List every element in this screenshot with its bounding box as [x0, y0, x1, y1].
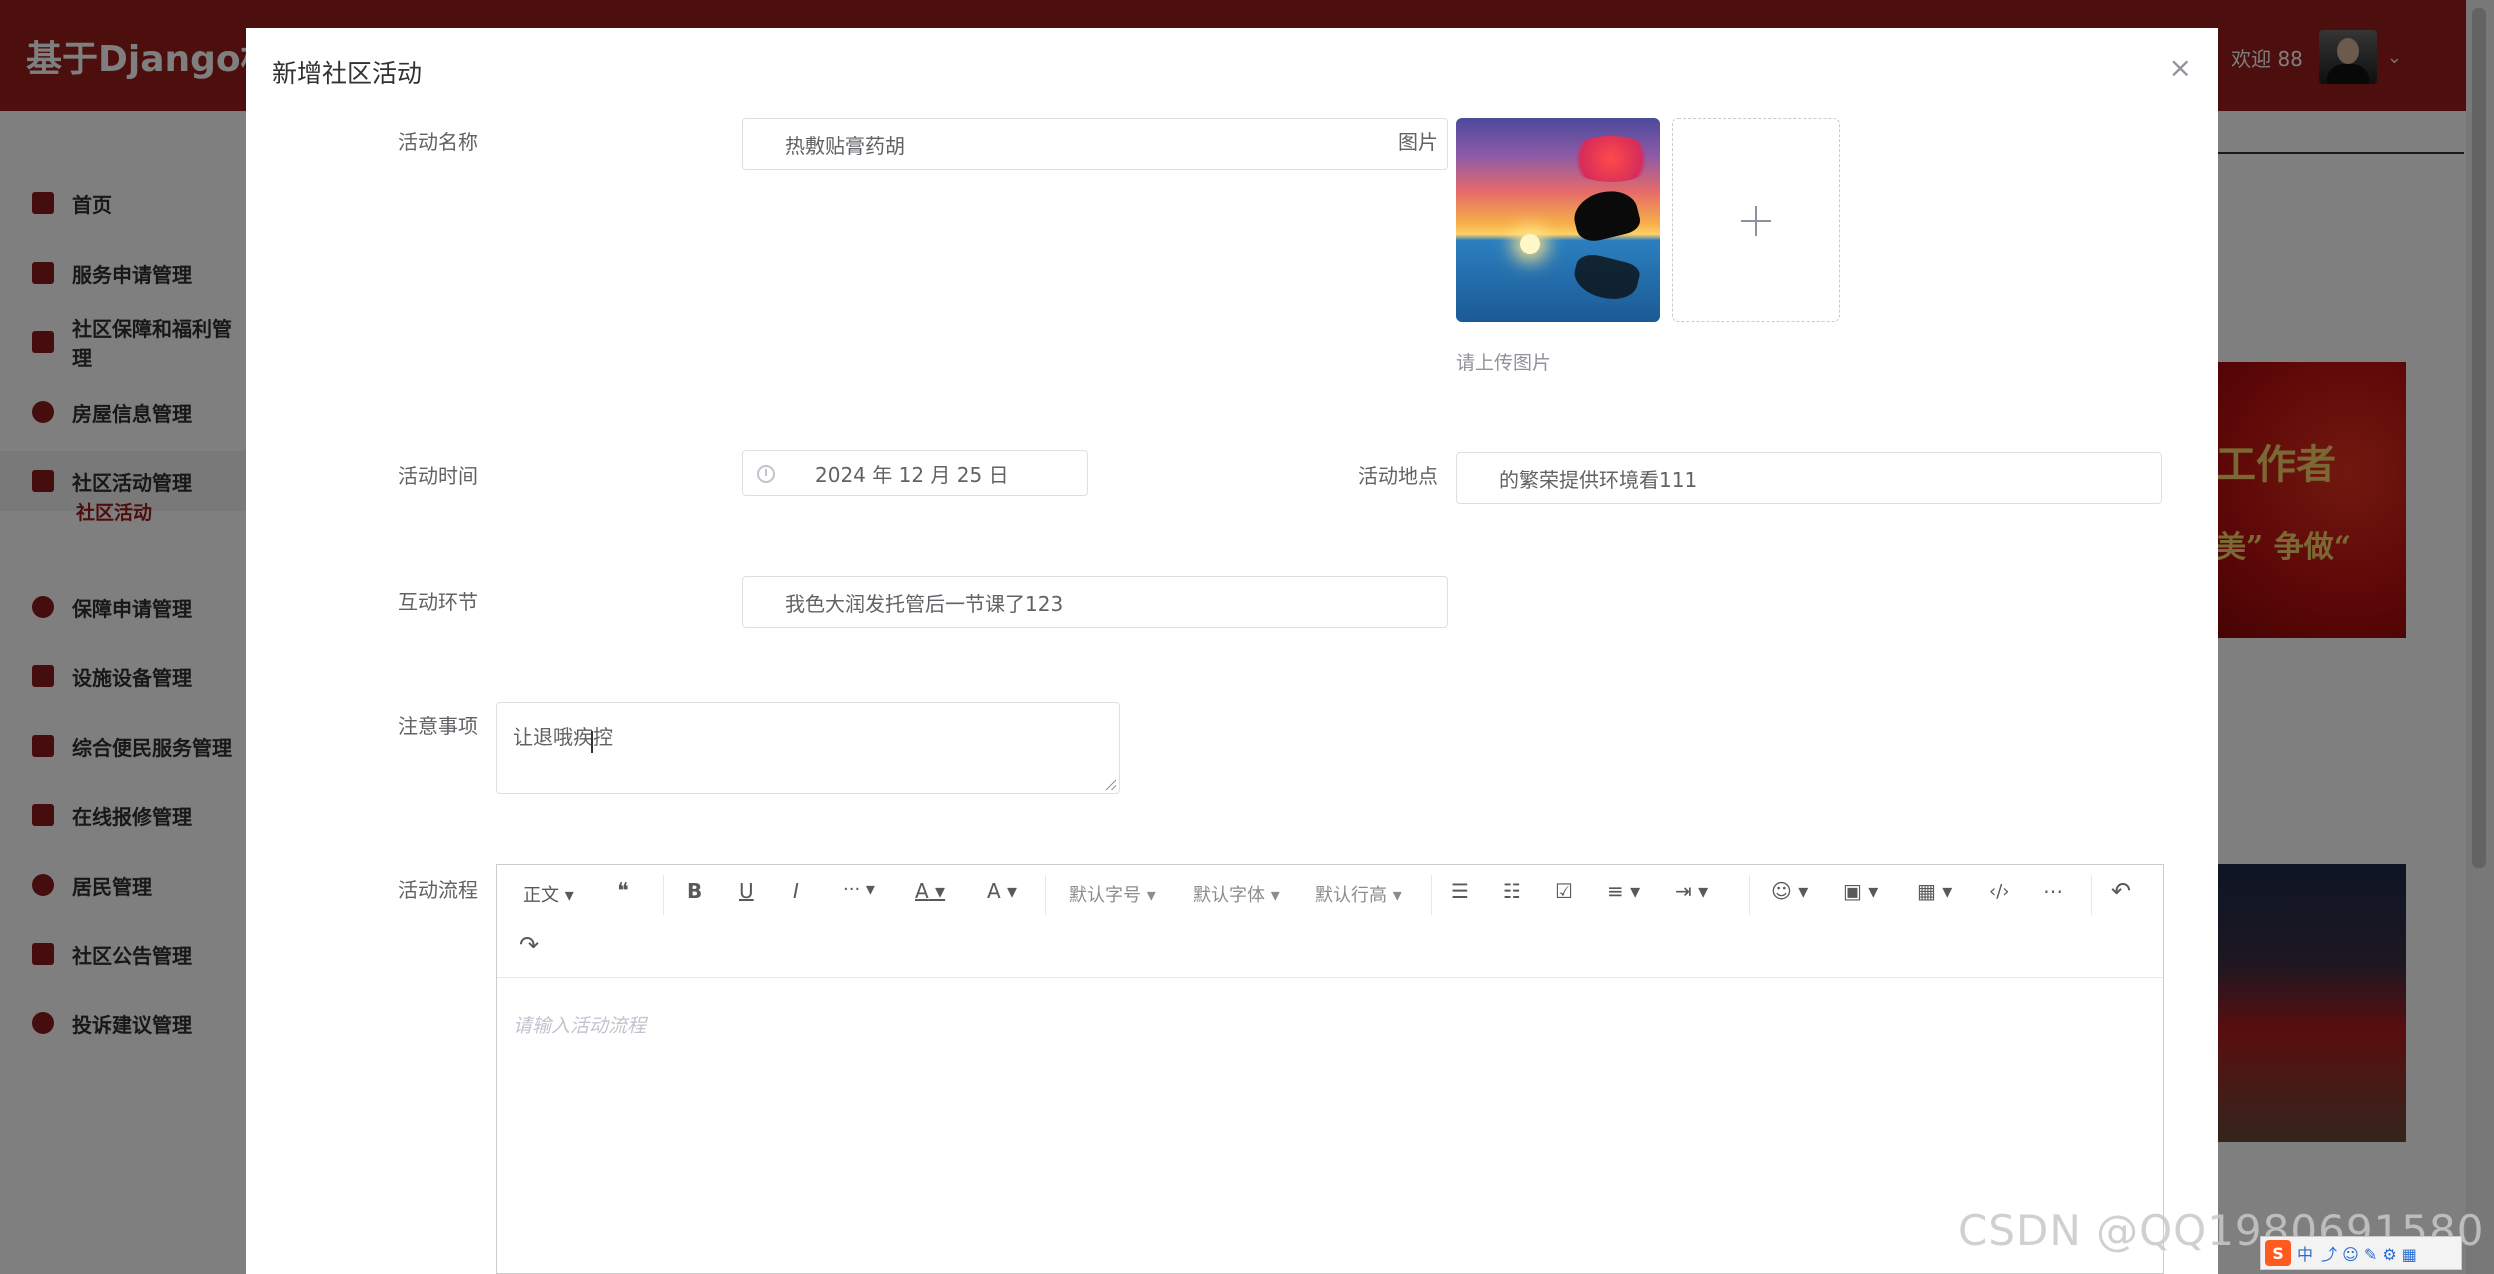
uploaded-image[interactable] — [1456, 118, 1660, 322]
label-activity-place: 活动地点 — [1358, 464, 1438, 488]
resize-handle[interactable] — [1104, 778, 1116, 790]
label-interaction: 互动环节 — [398, 590, 478, 614]
divider-icon[interactable]: ⋯ — [2043, 879, 2063, 903]
paragraph-select[interactable]: 正文 ▾ — [523, 881, 574, 907]
code-icon[interactable]: ‹/› — [1989, 881, 2009, 902]
image-icon[interactable]: ▣ ▾ — [1843, 879, 1878, 903]
clock-icon — [757, 465, 775, 483]
numbered-list-icon[interactable]: ☷ — [1503, 879, 1521, 903]
notes-textarea[interactable]: 让退哦疾控 — [496, 702, 1120, 794]
italic-icon[interactable]: I — [793, 879, 799, 903]
ime-tool-icons[interactable]: ⤴ ☺ ✎ ⚙ ▦ — [2321, 1241, 2417, 1265]
more-style-icon[interactable]: ··· ▾ — [843, 879, 875, 900]
interaction-input[interactable]: 我色大润发托管后一节课了123 — [742, 576, 1448, 628]
label-notes: 注意事项 — [398, 714, 478, 738]
editor-toolbar: 正文 ▾ ❝ B U I ··· ▾ A ▾ A ▾ 默认字号 ▾ 默认字体 ▾… — [497, 865, 2163, 978]
font-color-icon[interactable]: A ▾ — [915, 879, 945, 903]
activity-date-picker[interactable]: 2024 年 12 月 25 日 — [742, 450, 1088, 496]
activity-place-input[interactable]: 的繁荣提供环境看111 — [1456, 452, 2162, 504]
add-activity-dialog: 新增社区活动 × 活动名称 热敷贴膏药胡 图片 请上传图片 活动时间 2024 … — [246, 28, 2218, 1274]
indent-icon[interactable]: ⇥ ▾ — [1675, 879, 1708, 903]
ime-mode[interactable]: 中 — [2297, 1241, 2313, 1265]
line-height-select[interactable]: 默认行高 ▾ — [1315, 881, 1402, 907]
bold-icon[interactable]: B — [687, 879, 702, 903]
editor-placeholder: 请输入活动流程 — [513, 1015, 647, 1037]
emoji-icon[interactable]: ☺ ▾ — [1771, 879, 1808, 903]
label-process: 活动流程 — [398, 878, 478, 902]
label-activity-name: 活动名称 — [398, 130, 478, 154]
dolphin-silhouette — [1569, 184, 1643, 246]
label-image: 图片 — [1398, 130, 1438, 154]
underline-icon[interactable]: U — [739, 879, 754, 903]
align-icon[interactable]: ≡ ▾ — [1607, 879, 1640, 903]
sogou-logo-icon: S — [2265, 1240, 2291, 1266]
table-icon[interactable]: ▦ ▾ — [1917, 879, 1952, 903]
bulleted-list-icon[interactable]: ☰ — [1451, 879, 1469, 903]
font-family-select[interactable]: 默认字体 ▾ — [1193, 881, 1280, 907]
dialog-title: 新增社区活动 — [272, 59, 423, 88]
image-upload-button[interactable] — [1672, 118, 1840, 322]
undo-icon[interactable]: ↶ — [2111, 877, 2131, 905]
font-size-select[interactable]: 默认字号 ▾ — [1069, 881, 1156, 907]
ime-toolbar[interactable]: S 中 ⤴ ☺ ✎ ⚙ ▦ — [2260, 1236, 2462, 1270]
close-icon[interactable]: × — [2169, 54, 2192, 82]
label-activity-time: 活动时间 — [398, 464, 478, 488]
quote-icon[interactable]: ❝ — [617, 879, 629, 904]
upload-hint: 请上传图片 — [1456, 352, 1552, 374]
redo-icon[interactable]: ↷ — [519, 931, 539, 959]
process-rich-editor[interactable]: 正文 ▾ ❝ B U I ··· ▾ A ▾ A ▾ 默认字号 ▾ 默认字体 ▾… — [496, 864, 2164, 1274]
background-color-icon[interactable]: A ▾ — [987, 879, 1017, 903]
todo-icon[interactable]: ☑ — [1555, 879, 1573, 903]
text-cursor — [591, 731, 593, 753]
